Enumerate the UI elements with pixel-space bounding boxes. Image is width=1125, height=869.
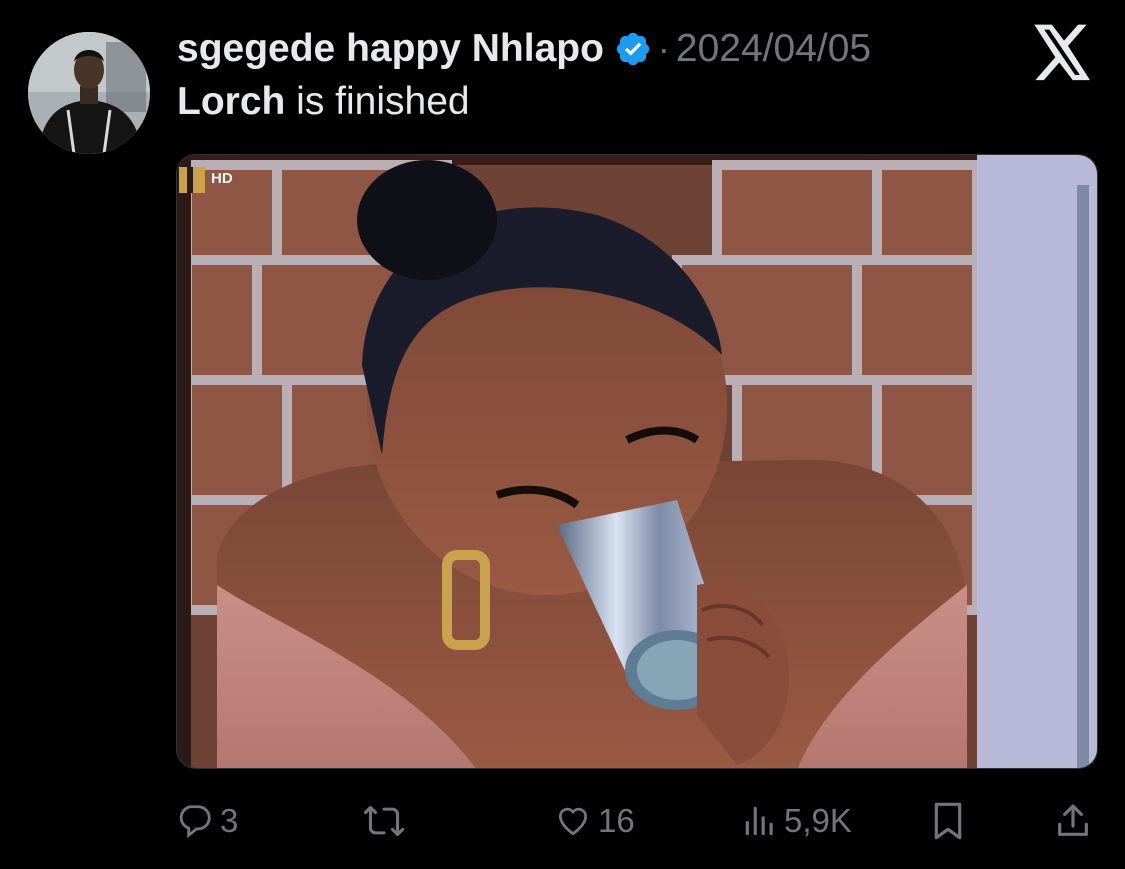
- view-count: 5,9K: [784, 802, 852, 839]
- reply-count: 3: [220, 802, 239, 839]
- views-button[interactable]: 5,9K: [742, 796, 852, 846]
- retweet-icon: [362, 802, 406, 840]
- views-icon: [742, 802, 778, 840]
- tweet-header: sgegede happy Nhlapo · 2024/04/05: [177, 24, 871, 74]
- bookmark-button[interactable]: [930, 796, 966, 846]
- retweet-button[interactable]: [362, 796, 406, 846]
- separator-dot: ·: [657, 28, 670, 69]
- author-name[interactable]: sgegede happy Nhlapo: [177, 27, 604, 71]
- reply-button[interactable]: 3: [176, 796, 238, 846]
- verified-badge-icon: [614, 30, 652, 68]
- tweet-media-image[interactable]: HD: [176, 154, 1098, 769]
- tweet-action-bar: 3 16 5,9K: [0, 796, 1125, 846]
- channel-hd-badge: HD: [211, 170, 233, 187]
- tweet-text-bold: Lorch: [177, 80, 286, 123]
- bookmark-icon: [930, 801, 966, 841]
- reply-icon: [176, 802, 214, 840]
- tweet-text: Lorch is finished: [177, 80, 470, 124]
- x-logo-icon: [1031, 24, 1093, 82]
- author-avatar[interactable]: [28, 32, 150, 154]
- heart-icon: [554, 802, 592, 840]
- like-button[interactable]: 16: [554, 796, 635, 846]
- tweet-date[interactable]: 2024/04/05: [676, 27, 871, 71]
- share-button[interactable]: [1054, 796, 1092, 846]
- like-count: 16: [598, 802, 635, 839]
- tweet-text-rest: is finished: [285, 80, 470, 123]
- share-icon: [1054, 801, 1092, 841]
